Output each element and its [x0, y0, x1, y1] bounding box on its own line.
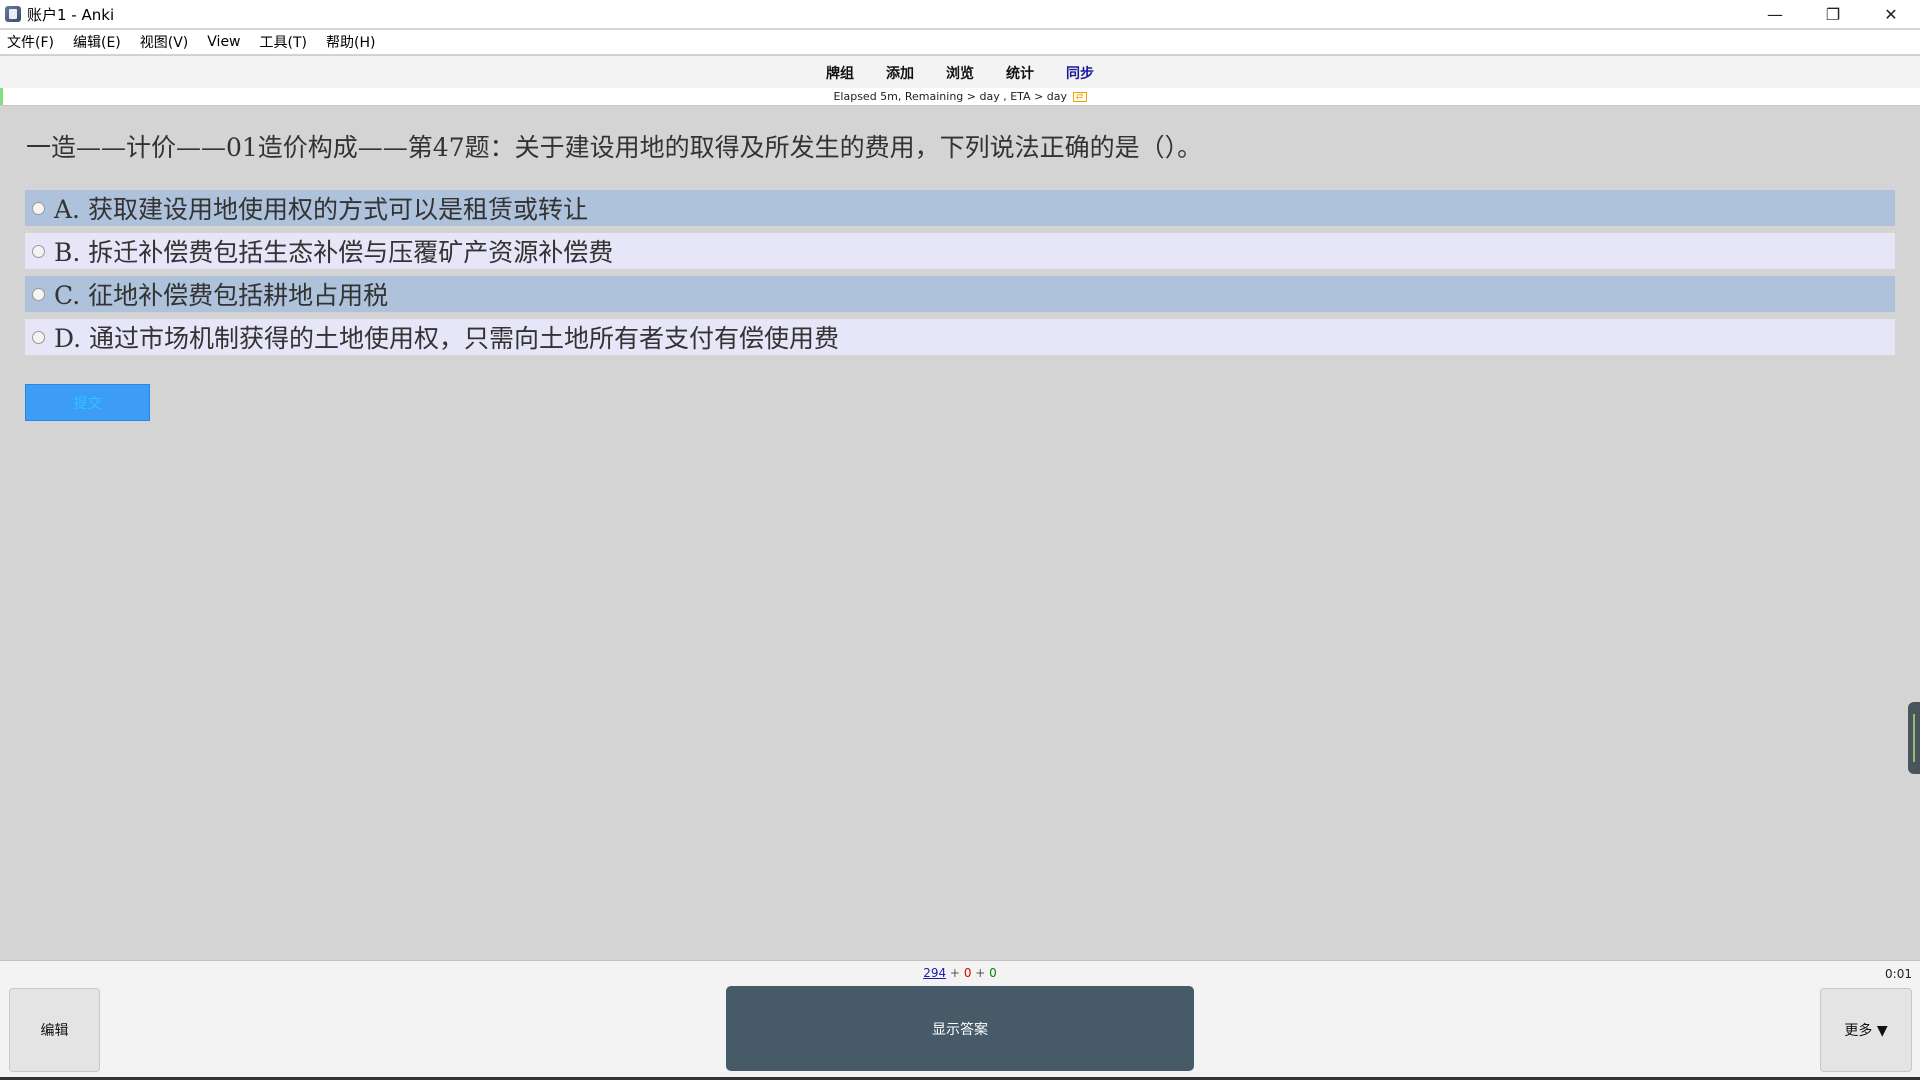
- anki-app-icon: [5, 6, 21, 22]
- menu-bar: 文件(F) 编辑(E) 视图(V) View 工具(T) 帮助(H): [0, 30, 1920, 54]
- toolbar-stats-link[interactable]: 统计: [1006, 63, 1034, 83]
- toolbar-decks-link[interactable]: 牌组: [826, 63, 854, 83]
- learning-count: 0: [963, 966, 972, 980]
- edit-button[interactable]: 编辑: [9, 988, 100, 1072]
- count-separator: +: [949, 966, 960, 980]
- window-controls: — ❐ ✕: [1746, 0, 1920, 28]
- option-d[interactable]: D. 通过市场机制获得的土地使用权，只需向土地所有者支付有偿使用费: [25, 319, 1895, 355]
- menu-view[interactable]: View: [204, 34, 243, 50]
- show-answer-button[interactable]: 显示答案: [726, 986, 1194, 1071]
- close-button[interactable]: ✕: [1862, 0, 1920, 28]
- option-b-radio[interactable]: [32, 244, 45, 258]
- progress-strip: Elapsed 5m, Remaining > day , ETA > day …: [0, 88, 1920, 105]
- option-a-radio[interactable]: [32, 201, 45, 215]
- option-d-label: D. 通过市场机制获得的土地使用权，只需向土地所有者支付有偿使用费: [54, 324, 840, 353]
- toolbar-add-link[interactable]: 添加: [886, 63, 914, 83]
- answer-options: A. 获取建设用地使用权的方式可以是租赁或转让 B. 拆迁补偿费包括生态补偿与压…: [25, 190, 1895, 362]
- card-timer: 0:01: [1885, 967, 1912, 981]
- strip-divider: [0, 105, 1920, 106]
- top-toolbar: 牌组 添加 浏览 统计 同步: [0, 56, 1920, 88]
- option-c[interactable]: C. 征地补偿费包括耕地占用税: [25, 276, 1895, 312]
- count-separator: +: [975, 966, 986, 980]
- option-a[interactable]: A. 获取建设用地使用权的方式可以是租赁或转让: [25, 190, 1895, 226]
- option-d-radio[interactable]: [32, 330, 45, 344]
- toolbar-sync-link[interactable]: 同步: [1066, 63, 1094, 83]
- option-b[interactable]: B. 拆迁补偿费包括生态补偿与压覆矿产资源补偿费: [25, 233, 1895, 269]
- bottom-bar: 294 + 0 + 0 0:01 编辑 显示答案 更多 ▼: [0, 961, 1920, 1080]
- new-count[interactable]: 294: [923, 966, 946, 980]
- menu-tools[interactable]: 工具(T): [257, 32, 310, 52]
- more-button[interactable]: 更多 ▼: [1820, 988, 1912, 1072]
- toolbar-browse-link[interactable]: 浏览: [946, 63, 974, 83]
- minimize-button[interactable]: —: [1746, 0, 1804, 28]
- eta-refresh-icon[interactable]: ⇄: [1072, 92, 1087, 102]
- card-counts: 294 + 0 + 0: [0, 966, 1920, 980]
- title-bar: 账户1 - Anki — ❐ ✕: [0, 0, 1920, 28]
- option-c-label: C. 征地补偿费包括耕地占用税: [54, 281, 389, 310]
- menu-file[interactable]: 文件(F): [4, 32, 57, 52]
- option-b-label: B. 拆迁补偿费包括生态补偿与压覆矿产资源补偿费: [54, 238, 614, 267]
- toolbar-links: 牌组 添加 浏览 统计 同步: [0, 63, 1920, 83]
- question-text: 一造——计价——01造价构成——第47题：关于建设用地的取得及所发生的费用，下列…: [26, 133, 1203, 162]
- window-title: 账户1 - Anki: [27, 5, 115, 24]
- restore-button[interactable]: ❐: [1804, 0, 1862, 28]
- menu-help[interactable]: 帮助(H): [323, 32, 378, 52]
- menu-view-cn[interactable]: 视图(V): [137, 32, 192, 52]
- eta-info: Elapsed 5m, Remaining > day , ETA > day …: [0, 90, 1920, 103]
- menu-edit[interactable]: 编辑(E): [70, 32, 124, 52]
- option-c-radio[interactable]: [32, 287, 45, 301]
- review-count: 0: [989, 966, 997, 980]
- option-a-label: A. 获取建设用地使用权的方式可以是租赁或转让: [54, 195, 588, 224]
- eta-text: Elapsed 5m, Remaining > day , ETA > day: [833, 90, 1068, 103]
- submit-button[interactable]: 提交: [25, 384, 150, 421]
- side-panel-handle[interactable]: [1908, 702, 1920, 774]
